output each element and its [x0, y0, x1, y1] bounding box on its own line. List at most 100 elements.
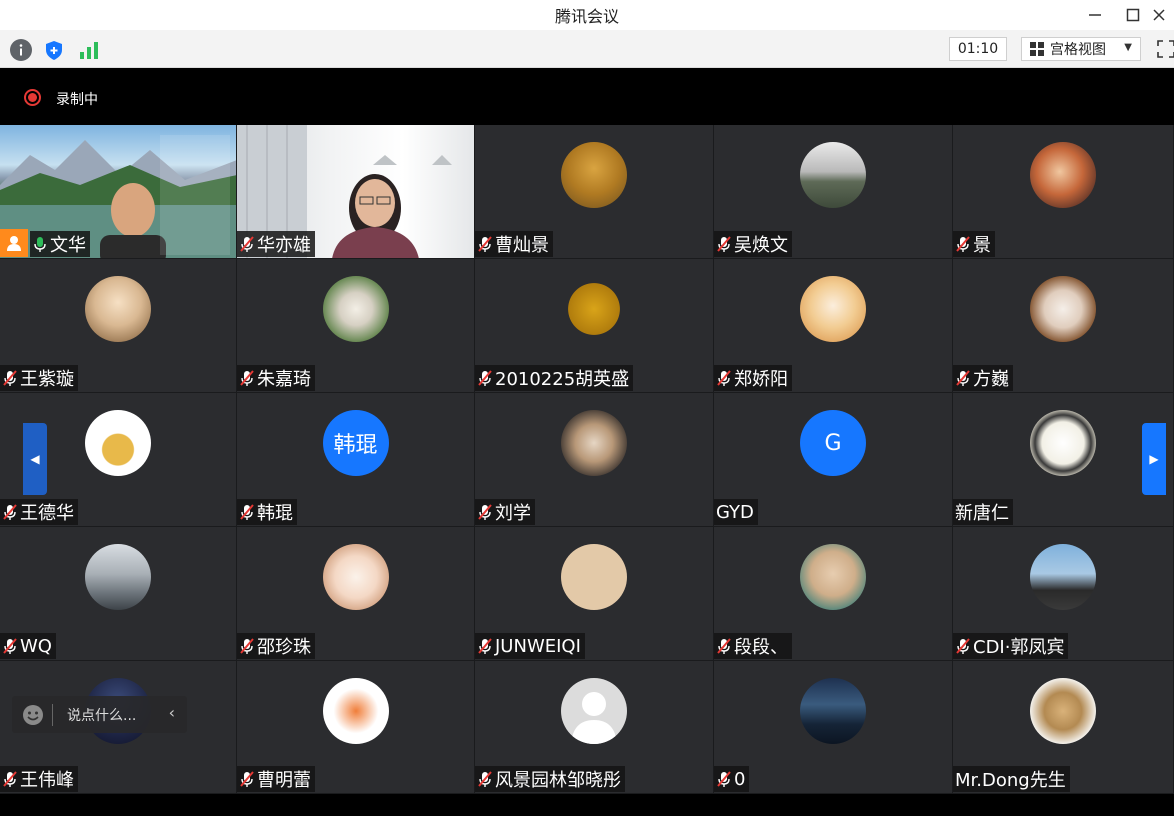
participant-name: 方巍 [973, 369, 1009, 390]
mic-muted-icon [239, 503, 255, 521]
participant-name: 王紫璇 [20, 369, 74, 390]
participant-tile[interactable]: 刘学 [475, 393, 714, 527]
chat-input-box[interactable]: 说点什么... ‹ [12, 696, 187, 733]
participant-name: 0 [734, 768, 746, 790]
participant-name: Mr.Dong先生 [955, 770, 1066, 791]
participant-tile[interactable]: 曹灿景 [475, 125, 714, 259]
participant-nametag: 吴焕文 [714, 231, 792, 257]
participant-tile[interactable]: 新唐仁 [953, 393, 1174, 527]
participant-name: WQ [20, 635, 52, 657]
participant-tile[interactable]: 景 [953, 125, 1174, 259]
participant-name: 王伟峰 [20, 770, 74, 791]
participant-tile[interactable]: Mr.Dong先生 [953, 661, 1174, 794]
mic-muted-icon [2, 503, 18, 521]
maximize-icon[interactable] [1114, 0, 1152, 30]
participant-name: 韩琨 [257, 503, 293, 524]
signal-icon[interactable] [78, 39, 100, 61]
participant-tile[interactable]: 华亦雄 [237, 125, 475, 259]
participant-tile[interactable]: 风景园林邹晓彤 [475, 661, 714, 794]
participant-nametag: 段段、 [714, 633, 792, 659]
participant-nametag: 华亦雄 [237, 231, 315, 257]
mic-icon [32, 235, 48, 253]
participant-avatar [561, 276, 627, 342]
window-titlebar: 腾讯会议 [0, 0, 1174, 30]
participant-name: 朱嘉琦 [257, 369, 311, 390]
page-next-button[interactable]: ▶ [1142, 423, 1166, 495]
minimize-icon[interactable] [1076, 0, 1114, 30]
participant-tile[interactable]: 郑娇阳 [714, 259, 953, 393]
participant-tile[interactable]: 方巍 [953, 259, 1174, 393]
grid-view-icon [1030, 42, 1044, 56]
mic-muted-icon [239, 637, 255, 655]
participant-avatar: 韩琨 [322, 410, 389, 476]
participant-name: 景 [973, 235, 991, 256]
mic-muted-icon [477, 235, 493, 253]
participant-name: GYD [716, 501, 754, 523]
participant-name: 刘学 [495, 503, 531, 524]
mic-muted-icon [716, 770, 732, 788]
participant-tile[interactable]: 段段、 [714, 527, 953, 661]
emoji-icon[interactable] [22, 704, 44, 726]
participant-name: 文华 [50, 235, 86, 256]
page-prev-button[interactable]: ◀ [23, 423, 47, 495]
participant-avatar [322, 276, 389, 342]
participant-tile[interactable]: 韩琨 韩琨 [237, 393, 475, 527]
participant-tile[interactable]: 曹明蕾 [237, 661, 475, 794]
view-mode-dropdown[interactable]: 宫格视图 ▼ [1021, 37, 1141, 61]
participant-name: 华亦雄 [257, 235, 311, 256]
participant-avatar [561, 544, 627, 610]
participant-avatar [1030, 678, 1096, 744]
info-icon[interactable] [10, 39, 32, 61]
participant-avatar [561, 678, 627, 744]
mic-muted-icon [955, 637, 971, 655]
participant-tile[interactable]: 吴焕文 [714, 125, 953, 259]
participant-avatar [85, 276, 151, 342]
participant-grid: 文华 华亦雄 曹灿景 吴焕文景王紫璇 朱嘉琦 2010225胡英盛 郑娇阳 方巍 王德华 韩琨 韩琨… [0, 125, 1174, 794]
participant-tile[interactable]: 王紫璇 [0, 259, 237, 393]
participant-avatar [800, 276, 866, 342]
participant-nametag: 邵珍珠 [237, 633, 315, 659]
mic-muted-icon [716, 235, 732, 253]
fullscreen-icon[interactable] [1156, 39, 1174, 59]
mic-muted-icon [477, 770, 493, 788]
recording-bar: 录制中 [0, 69, 1174, 125]
mic-muted-icon [2, 369, 18, 387]
participant-nametag: 曹灿景 [475, 231, 553, 257]
participant-tile[interactable]: 邵珍珠 [237, 527, 475, 661]
participant-nametag: 郑娇阳 [714, 365, 792, 391]
participant-name: 郑娇阳 [734, 369, 788, 390]
participant-name: 2010225胡英盛 [495, 369, 630, 390]
participant-name: 段段、 [734, 637, 788, 658]
mic-muted-icon [716, 637, 732, 655]
mic-muted-icon [239, 770, 255, 788]
collapse-chat-icon[interactable]: ‹ [169, 703, 175, 722]
mic-muted-icon [2, 770, 18, 788]
participant-tile[interactable]: JUNWEIQI [475, 527, 714, 661]
shield-icon[interactable] [43, 39, 65, 61]
participant-tile[interactable]: WQ [0, 527, 237, 661]
participant-nametag: 景 [953, 231, 995, 257]
participant-name: 新唐仁 [955, 503, 1009, 524]
close-icon[interactable] [1152, 0, 1174, 30]
participant-tile[interactable]: 0 [714, 661, 953, 794]
window-title: 腾讯会议 [554, 7, 619, 26]
participant-tile[interactable]: CDI·郭凤宾 [953, 527, 1174, 661]
participant-name: CDI·郭凤宾 [973, 637, 1065, 658]
participant-tile[interactable]: 朱嘉琦 [237, 259, 475, 393]
participant-tile[interactable]: 文华 [0, 125, 237, 259]
participant-nametag: 韩琨 [237, 499, 297, 525]
participant-name: JUNWEIQI [495, 635, 581, 657]
mic-muted-icon [716, 369, 732, 387]
participant-tile[interactable]: 2010225胡英盛 [475, 259, 714, 393]
participant-avatar [1030, 142, 1096, 208]
mic-muted-icon [955, 235, 971, 253]
participant-avatar [1030, 544, 1096, 610]
participant-avatar [322, 678, 389, 744]
participant-nametag: 曹明蕾 [237, 766, 315, 792]
mic-muted-icon [477, 369, 493, 387]
meeting-timer: 01:10 [949, 37, 1007, 61]
mic-muted-icon [2, 637, 18, 655]
participant-nametag: GYD [714, 499, 758, 525]
participant-nametag: 风景园林邹晓彤 [475, 766, 625, 792]
participant-tile[interactable]: G GYD [714, 393, 953, 527]
